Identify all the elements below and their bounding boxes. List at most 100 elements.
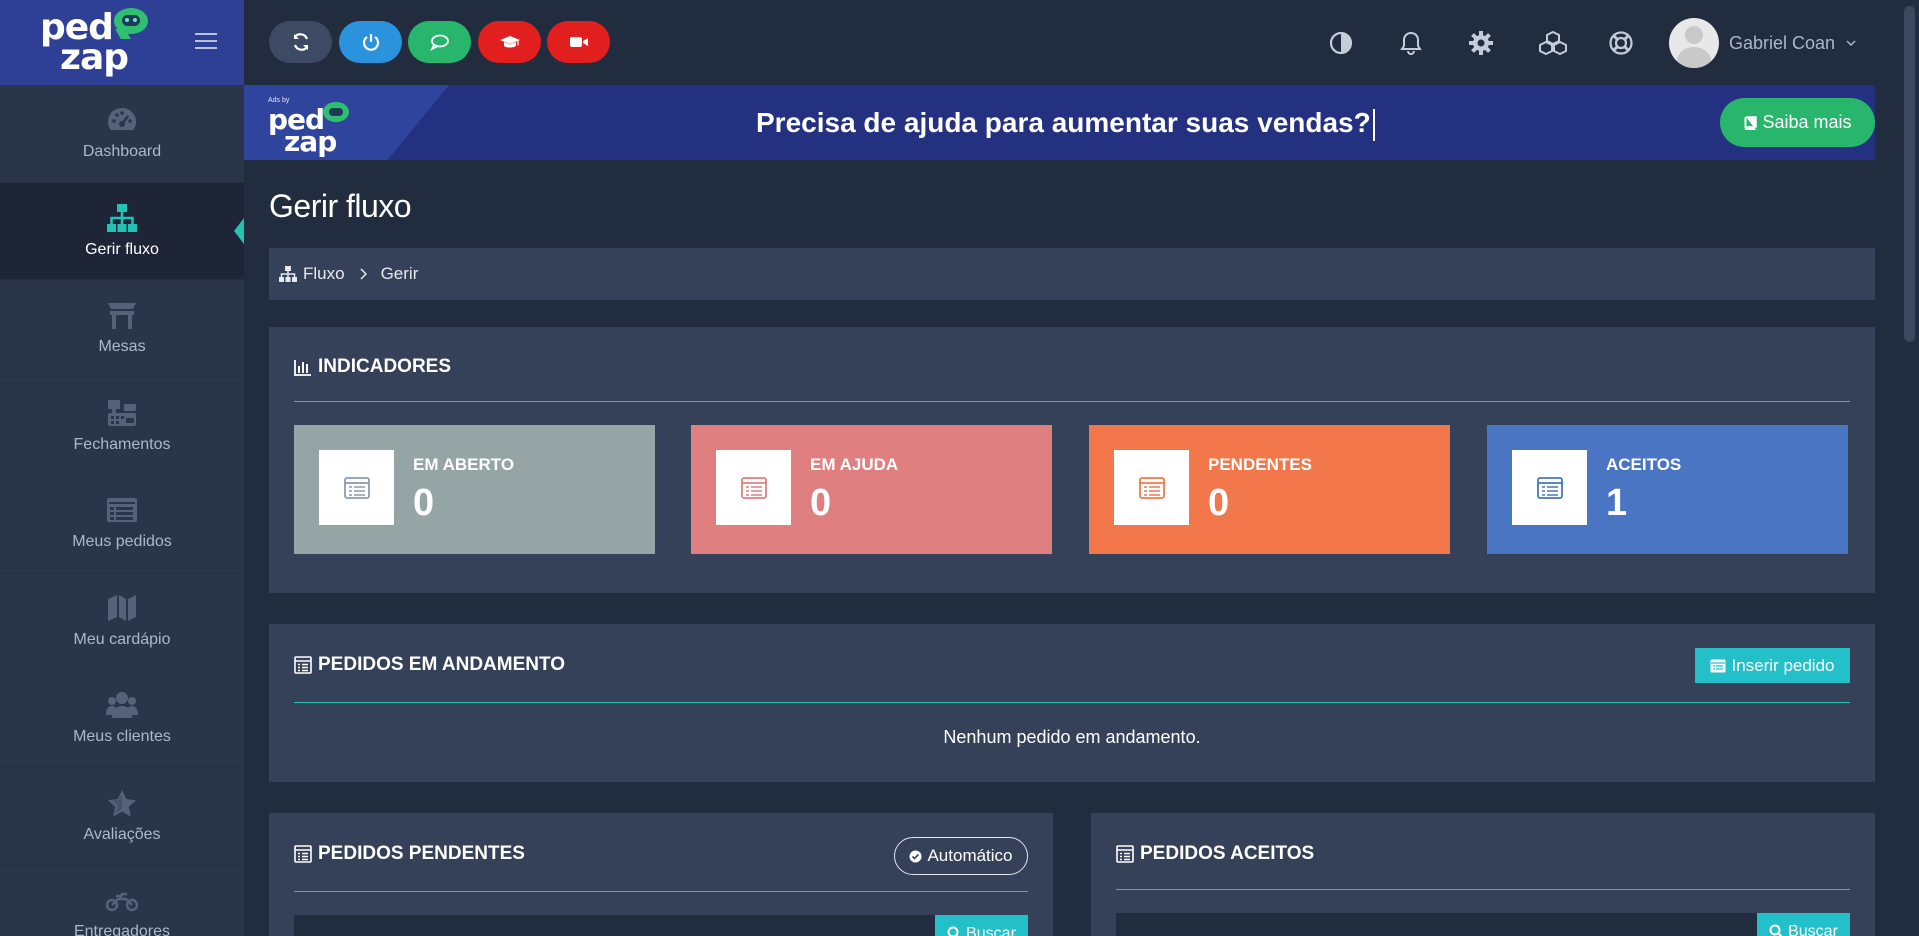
stat-value: 0 bbox=[1208, 482, 1230, 524]
stat-label: ACEITOS bbox=[1606, 455, 1682, 474]
pending-search-button[interactable]: Buscar bbox=[935, 915, 1028, 936]
divider bbox=[1116, 889, 1850, 890]
stat-card-em-aberto[interactable]: EM ABERTO 0 bbox=[294, 425, 655, 554]
logo-bar: ped zap bbox=[0, 0, 244, 85]
sidebar-item-label: Meus clientes bbox=[73, 728, 171, 746]
stat-icon-box bbox=[319, 450, 394, 525]
motorcycle-icon bbox=[106, 893, 138, 912]
stat-icon-box bbox=[716, 450, 791, 525]
video-button[interactable] bbox=[547, 21, 610, 63]
orders-in-progress-heading: PEDIDOS EM ANDAMENTO bbox=[294, 654, 565, 676]
stat-icon-box bbox=[1114, 450, 1189, 525]
list-alt-icon bbox=[1710, 659, 1726, 672]
sidebar-item-meus-clientes[interactable]: Meus clientes bbox=[0, 670, 244, 768]
lifebuoy-icon[interactable] bbox=[1608, 30, 1634, 56]
stat-value: 0 bbox=[810, 482, 832, 524]
list-alt-icon bbox=[343, 476, 370, 499]
accepted-search-input[interactable] bbox=[1116, 913, 1757, 936]
refresh-icon bbox=[293, 33, 308, 51]
power-button[interactable] bbox=[339, 21, 402, 63]
sidebar-item-label: Fechamentos bbox=[73, 435, 171, 453]
scrollbar-thumb[interactable] bbox=[1904, 6, 1915, 342]
topbar: Gabriel Coan bbox=[244, 0, 1919, 85]
logo-text-bottom: zap bbox=[60, 37, 129, 78]
sidebar-item-meu-cardapio[interactable]: Meu cardápio bbox=[0, 573, 244, 670]
sidebar-item-avaliacoes[interactable]: Avaliações bbox=[0, 768, 244, 865]
orders-in-progress-panel: PEDIDOS EM ANDAMENTO Inserir pedido Nenh… bbox=[269, 624, 1875, 782]
stat-label: EM ABERTO bbox=[413, 455, 515, 474]
robot-bubble-icon bbox=[323, 102, 349, 122]
robot-bubble-icon bbox=[114, 8, 148, 34]
video-camera-icon bbox=[569, 37, 588, 47]
sidebar-item-entregadores[interactable]: Entregadores bbox=[0, 865, 244, 936]
refresh-button[interactable] bbox=[269, 21, 332, 63]
automatic-toggle-button[interactable]: Automático bbox=[894, 837, 1028, 875]
avatar bbox=[1669, 18, 1719, 68]
ad-logo-text-bottom: zap bbox=[284, 125, 337, 158]
search-button-label: Buscar bbox=[1788, 923, 1838, 936]
page-scrollbar[interactable] bbox=[1900, 0, 1919, 936]
accepted-search-button[interactable]: Buscar bbox=[1757, 913, 1850, 936]
accepted-orders-title: PEDIDOS ACEITOS bbox=[1140, 843, 1315, 864]
stat-card-pendentes[interactable]: PENDENTES 0 bbox=[1089, 425, 1450, 554]
sidebar-item-fechamentos[interactable]: Fechamentos bbox=[0, 378, 244, 475]
pending-search-input[interactable] bbox=[294, 915, 935, 936]
sidebar-item-label: Meu cardápio bbox=[73, 630, 171, 648]
indicators-heading: INDICADORES bbox=[294, 356, 451, 378]
chat-button[interactable] bbox=[408, 21, 471, 63]
bell-icon[interactable] bbox=[1398, 30, 1424, 56]
divider bbox=[294, 702, 1850, 703]
menu-toggle-icon[interactable] bbox=[195, 33, 217, 49]
sidebar-item-mesas[interactable]: Mesas bbox=[0, 280, 244, 378]
accepted-orders-panel: PEDIDOS ACEITOS Buscar bbox=[1091, 813, 1875, 936]
users-icon bbox=[106, 692, 138, 719]
chevron-right-icon bbox=[360, 268, 367, 280]
divider bbox=[294, 891, 1028, 892]
sidebar-item-label: Entregadores bbox=[73, 923, 171, 936]
graduation-cap-icon bbox=[499, 36, 520, 48]
accepted-orders-heading: PEDIDOS ACEITOS bbox=[1116, 843, 1314, 865]
stat-card-em-ajuda[interactable]: EM AJUDA 0 bbox=[691, 425, 1052, 554]
book-icon bbox=[1744, 115, 1758, 130]
table-icon bbox=[108, 303, 136, 330]
sidebar-item-gerir-fluxo[interactable]: Gerir fluxo bbox=[0, 182, 244, 280]
stat-card-aceitos[interactable]: ACEITOS 1 bbox=[1487, 425, 1848, 554]
pending-orders-title: PEDIDOS PENDENTES bbox=[318, 843, 525, 864]
search-icon bbox=[1769, 924, 1783, 936]
list-alt-icon bbox=[1116, 845, 1134, 863]
sidebar-item-label: Dashboard bbox=[82, 143, 162, 161]
training-button[interactable] bbox=[478, 21, 541, 63]
insert-order-label: Inserir pedido bbox=[1731, 655, 1835, 675]
automatic-label: Automático bbox=[927, 846, 1013, 865]
sidebar-item-dashboard[interactable]: Dashboard bbox=[0, 85, 244, 183]
cubes-icon[interactable] bbox=[1538, 30, 1568, 56]
stat-icon-box bbox=[1512, 450, 1587, 525]
stat-value: 1 bbox=[1606, 482, 1628, 524]
saiba-mais-label: Saiba mais bbox=[1762, 112, 1852, 132]
user-menu[interactable]: Gabriel Coan bbox=[1669, 18, 1857, 68]
contrast-icon[interactable] bbox=[1328, 30, 1354, 56]
pedzap-logo[interactable]: ped zap bbox=[40, 8, 155, 78]
pending-orders-panel: PEDIDOS PENDENTES Automático Buscar bbox=[269, 813, 1053, 936]
stat-label: EM AJUDA bbox=[810, 455, 899, 474]
breadcrumb-item-gerir: Gerir bbox=[380, 264, 419, 283]
gear-icon[interactable] bbox=[1468, 30, 1494, 56]
saiba-mais-button[interactable]: Saiba mais bbox=[1720, 98, 1875, 147]
sidebar-item-label: Meus pedidos bbox=[72, 533, 172, 551]
sidebar-item-label: Avaliações bbox=[83, 825, 161, 843]
chat-bubble-icon bbox=[429, 34, 449, 52]
breadcrumb-item-fluxo[interactable]: Fluxo bbox=[303, 264, 345, 284]
indicators-title: INDICADORES bbox=[318, 356, 452, 377]
orders-in-progress-title: PEDIDOS EM ANDAMENTO bbox=[318, 654, 566, 675]
list-alt-icon bbox=[294, 845, 312, 863]
sidebar-item-meus-pedidos[interactable]: Meus pedidos bbox=[0, 475, 244, 573]
dashboard-icon bbox=[108, 108, 136, 131]
search-button-label: Buscar bbox=[966, 925, 1016, 936]
stat-value: 0 bbox=[413, 482, 435, 524]
divider bbox=[294, 401, 1850, 402]
power-icon bbox=[362, 34, 379, 51]
ad-pedzap-logo: Ads by ped zap bbox=[268, 97, 358, 158]
insert-order-button[interactable]: Inserir pedido bbox=[1695, 648, 1850, 683]
cash-register-icon bbox=[108, 399, 136, 426]
list-alt-icon bbox=[740, 476, 767, 499]
